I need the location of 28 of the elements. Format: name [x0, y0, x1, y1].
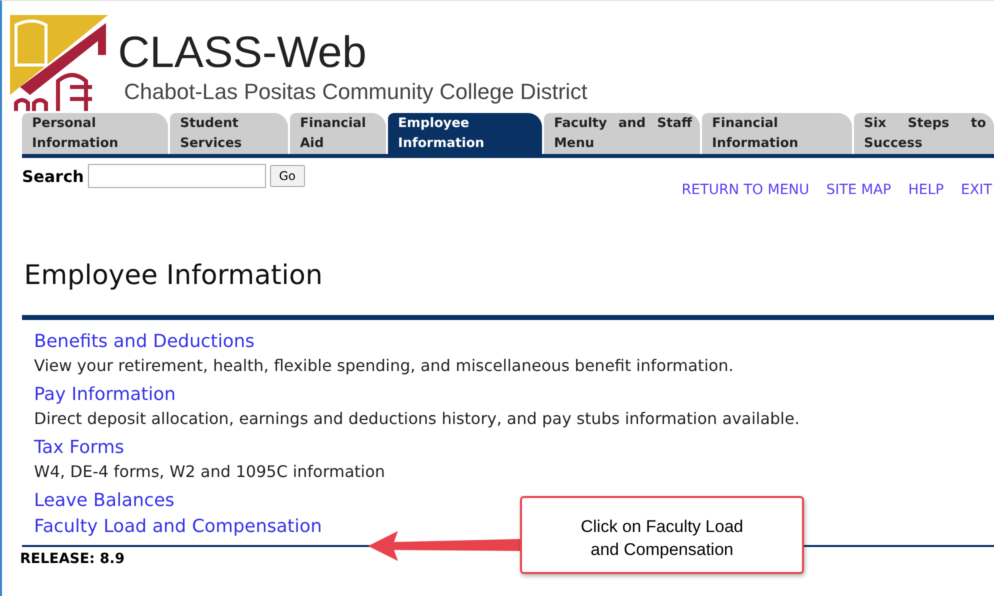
- go-button[interactable]: Go: [270, 165, 305, 187]
- release-label: RELEASE: 8.9: [20, 551, 126, 567]
- callout-box: Click on Faculty Load and Compensation: [520, 496, 804, 574]
- nav-tab[interactable]: Student Services: [170, 113, 288, 154]
- site-title: CLASS-Web: [118, 31, 368, 75]
- search-label: Search: [22, 166, 84, 186]
- menu-description: View your retirement, health, flexible spending, and miscellaneous benefit information.: [34, 355, 735, 377]
- nav-link[interactable]: EXIT: [960, 182, 992, 198]
- menu-link[interactable]: Faculty Load and Compensation: [34, 515, 322, 539]
- nav-tab[interactable]: Financial Aid: [290, 113, 386, 154]
- menu-description: Direct deposit allocation, earnings and deductions history, and pay stubs information available.: [34, 408, 801, 430]
- menu-link[interactable]: Leave Balances: [34, 489, 174, 513]
- site-subtitle: Chabot-Las Positas Community College District: [124, 79, 588, 105]
- arrow-icon: [368, 529, 520, 563]
- menu-link[interactable]: Benefits and Deductions: [34, 330, 255, 354]
- nav-link[interactable]: SITE MAP: [826, 182, 892, 198]
- nav-tab[interactable]: Financial Information: [702, 113, 852, 154]
- menu-description: W4, DE-4 forms, W2 and 1095C information: [34, 461, 386, 483]
- nav-tab[interactable]: Employee Information: [388, 113, 542, 154]
- nav-link[interactable]: RETURN TO MENU: [682, 182, 810, 198]
- nav-link[interactable]: HELP: [908, 182, 944, 198]
- menu-link[interactable]: Pay Information: [34, 383, 176, 407]
- nav-tab[interactable]: Faculty and Staff Menu: [544, 113, 700, 154]
- nav-tab[interactable]: Six Steps to Success: [854, 113, 994, 154]
- page-heading: Employee Information: [24, 260, 324, 291]
- nav-tab[interactable]: Personal Information: [22, 113, 168, 154]
- search-field[interactable]: [88, 164, 266, 188]
- menu-link[interactable]: Tax Forms: [34, 436, 124, 460]
